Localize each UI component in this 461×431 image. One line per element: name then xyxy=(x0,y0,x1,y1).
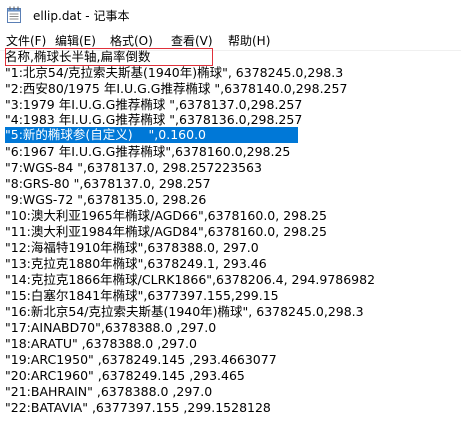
editor-line-selected: "5:新的椭球参(自定义) ",0.160.0 xyxy=(5,127,206,142)
editor-line: "8:GRS-80 ",6378137.0, 298.257 xyxy=(5,176,211,191)
menu-format[interactable]: 格式(O) xyxy=(110,32,153,49)
editor-line: "19:ARC1950" ,6378249.145 ,293.4663077 xyxy=(5,352,277,367)
editor-line: "3:1979 年I.U.G.G推荐椭球 ",6378137.0,298.257 xyxy=(5,97,303,112)
editor-line: "22:BATAVIA" ,6377397.155 ,299.1528128 xyxy=(5,400,271,415)
menu-file[interactable]: 文件(F) xyxy=(6,32,46,49)
menu-view[interactable]: 查看(V) xyxy=(171,32,213,49)
menu-edit[interactable]: 编辑(E) xyxy=(55,32,96,49)
editor-line: "1:北京54/克拉索夫斯基(1940年)椭球", 6378245.0,298.… xyxy=(5,65,344,80)
editor-line: "9:WGS-72 ",6378135.0, 298.26 xyxy=(5,192,207,207)
title-bar[interactable]: ellip.dat - 记事本 xyxy=(0,0,461,30)
menu-help[interactable]: 帮助(H) xyxy=(228,32,270,49)
menu-bar: 文件(F) 编辑(E) 格式(O) 查看(V) 帮助(H) xyxy=(0,30,461,50)
editor-line: "10:澳大利亚1965年椭球/AGD66",6378160.0, 298.25 xyxy=(5,208,327,223)
notepad-icon xyxy=(7,6,21,23)
editor-line: "12:海福特1910年椭球",6378388.0, 297.0 xyxy=(5,240,259,255)
editor-line: "6:1967 年I.U.G.G推荐椭球",6378160.0,298.25 xyxy=(5,144,291,159)
editor-line: "13:克拉克1880年椭球",6378249.1, 293.46 xyxy=(5,256,267,271)
editor-line: "20:ARC1960" ,6378249.145 ,293.465 xyxy=(5,368,245,383)
editor-line: "21:BAHRAIN" ,6378388.0 ,297.0 xyxy=(5,384,213,399)
editor-line: "4:1983 年I.U.G.G推荐椭球 ",6378136.0,298.257 xyxy=(5,112,303,127)
editor-line: "2:西安80/1975 年I.U.G.G推荐椭球 ",6378140.0,29… xyxy=(5,81,348,96)
editor-line: "7:WGS-84 ",6378137.0, 298.257223563 xyxy=(5,160,262,175)
editor-line: "15:白塞尔1841年椭球",6377397.155,299.15 xyxy=(5,288,279,303)
editor-line: "14:克拉克1866年椭球/CLRK1866",6378206.4, 294.… xyxy=(5,272,376,287)
editor-line: 名称,椭球长半轴,扁率倒数 xyxy=(5,49,151,64)
editor-line: "16:新北京54/克拉索夫斯基(1940年)椭球", 6378245.0,29… xyxy=(5,304,364,319)
editor-line: "11:澳大利亚1984年椭球/AGD84",6378160.0, 298.25 xyxy=(5,224,327,239)
window-title: ellip.dat - 记事本 xyxy=(33,9,130,23)
editor-line: "17:AINABD70",6378388.0 ,297.0 xyxy=(5,320,217,335)
notepad-window: ellip.dat - 记事本 文件(F) 编辑(E) 格式(O) 查看(V) … xyxy=(0,0,461,431)
editor-line: "18:ARATU" ,6378388.0 ,297.0 xyxy=(5,336,197,351)
